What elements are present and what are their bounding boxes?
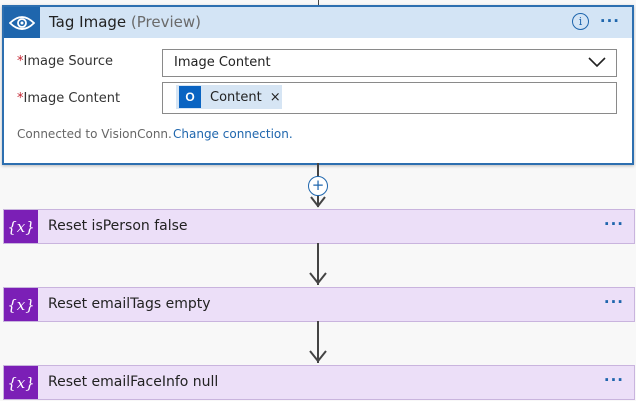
arrow-down-icon [309, 350, 327, 363]
eye-icon [4, 7, 40, 38]
content-token[interactable]: O Content × [176, 85, 282, 109]
action-title: Reset emailFaceInfo null [48, 374, 219, 390]
add-step-button[interactable]: + [308, 176, 328, 196]
tag-image-card: Tag Image (Preview) i ··· *Image Source … [2, 5, 634, 165]
info-icon[interactable]: i [572, 13, 589, 30]
action-title: Reset isPerson false [48, 218, 188, 234]
image-content-label: *Image Content [17, 91, 120, 106]
card-title-text: Tag Image [49, 13, 127, 31]
variable-action-card[interactable]: {x} Reset emailFaceInfo null ··· [3, 365, 635, 400]
preview-label: (Preview) [130, 13, 202, 31]
chevron-down-icon [588, 57, 606, 68]
variable-icon: {x} [4, 366, 38, 399]
image-content-label-text: Image Content [23, 91, 121, 106]
image-source-value: Image Content [174, 55, 271, 70]
variable-icon: {x} [4, 288, 38, 321]
more-options-button[interactable]: ··· [604, 215, 624, 233]
change-connection-link[interactable]: Change connection. [173, 127, 293, 141]
image-source-dropdown[interactable]: Image Content [162, 49, 617, 77]
more-options-button[interactable]: ··· [604, 371, 624, 389]
content-token-label: Content [210, 89, 262, 105]
arrow-down-icon [310, 196, 326, 208]
variable-action-card[interactable]: {x} Reset emailTags empty ··· [3, 287, 635, 322]
card-title: Tag Image (Preview) [49, 13, 201, 31]
image-source-label-text: Image Source [23, 54, 114, 69]
remove-token-icon[interactable]: × [270, 90, 281, 105]
outlook-icon: O [179, 86, 201, 108]
image-content-field[interactable]: O Content × [162, 82, 617, 114]
connection-status: Connected to VisionConn. [17, 127, 172, 141]
variable-action-card[interactable]: {x} Reset isPerson false ··· [3, 209, 635, 244]
image-source-label: *Image Source [17, 54, 113, 69]
action-title: Reset emailTags empty [48, 296, 211, 312]
variable-icon: {x} [4, 210, 38, 243]
tag-image-header[interactable]: Tag Image (Preview) i ··· [4, 7, 632, 38]
arrow-down-icon [309, 272, 327, 285]
more-options-button[interactable]: ··· [604, 293, 624, 311]
more-options-button[interactable]: ··· [600, 12, 620, 30]
